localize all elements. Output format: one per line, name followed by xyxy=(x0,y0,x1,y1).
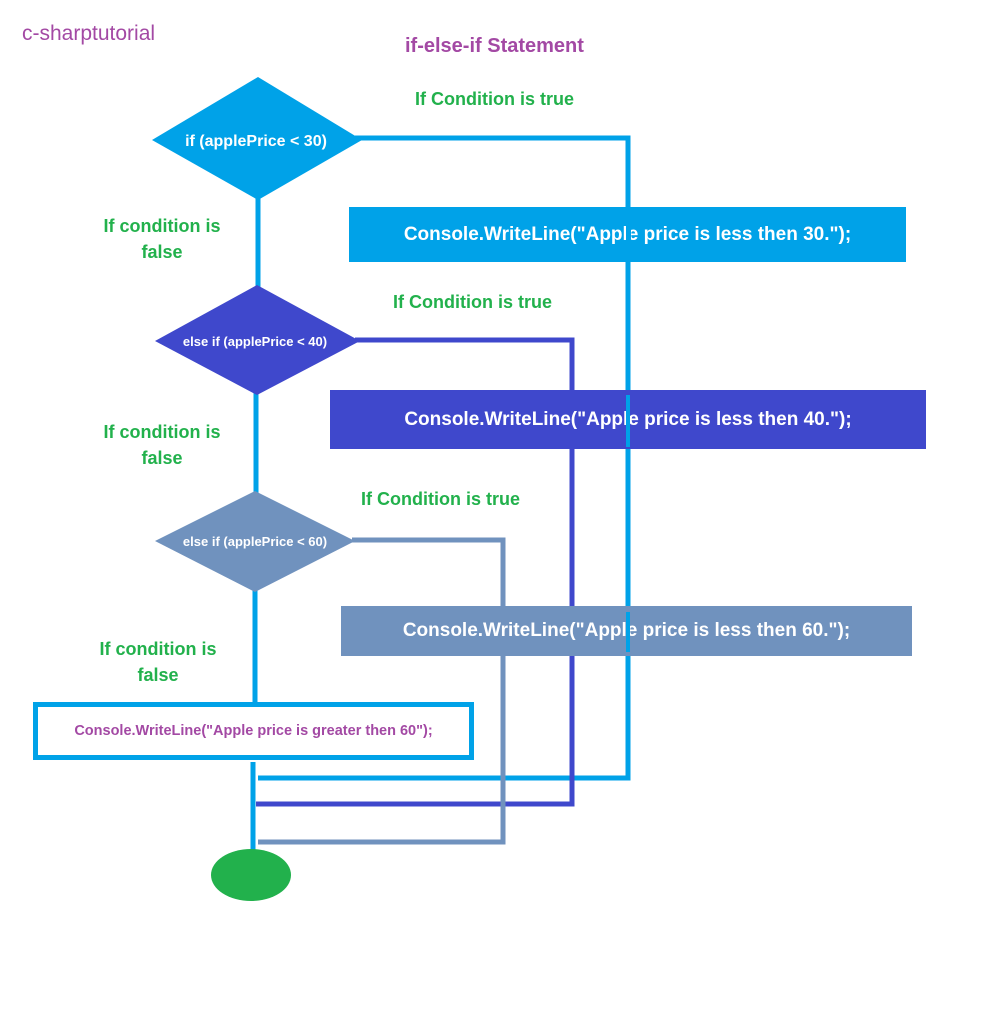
false-label-1-line1: If condition is xyxy=(103,216,221,236)
false-label-2-line2: false xyxy=(141,448,183,468)
condition-text-2: else if (applePrice < 40) xyxy=(183,334,327,349)
else-action-text: Console.WriteLine("Apple price is greate… xyxy=(74,723,433,739)
end-node xyxy=(211,849,291,901)
false-label-3-line1: If condition is xyxy=(99,639,217,659)
condition-text-1: if (applePrice < 30) xyxy=(185,133,327,150)
false-label-3: If condition is false xyxy=(96,636,220,688)
true-path-1-through-box-2 xyxy=(626,395,630,447)
false-label-1-line2: false xyxy=(141,242,183,262)
false-label-2-line1: If condition is xyxy=(103,422,221,442)
true-label-3: If Condition is true xyxy=(361,489,520,509)
true-path-3 xyxy=(258,537,506,845)
true-label-1: If Condition is true xyxy=(415,89,574,109)
else-action-box: Console.WriteLine("Apple price is greate… xyxy=(33,702,474,760)
condition-text-3: else if (applePrice < 60) xyxy=(183,534,327,549)
true-path-1-overlay xyxy=(626,207,631,262)
true-label-2: If Condition is true xyxy=(393,292,552,312)
true-path-1-through-box-3 xyxy=(626,612,630,652)
false-label-3-line2: false xyxy=(137,665,179,685)
false-label-1: If condition is false xyxy=(100,213,224,265)
false-label-2: If condition is false xyxy=(100,419,224,471)
